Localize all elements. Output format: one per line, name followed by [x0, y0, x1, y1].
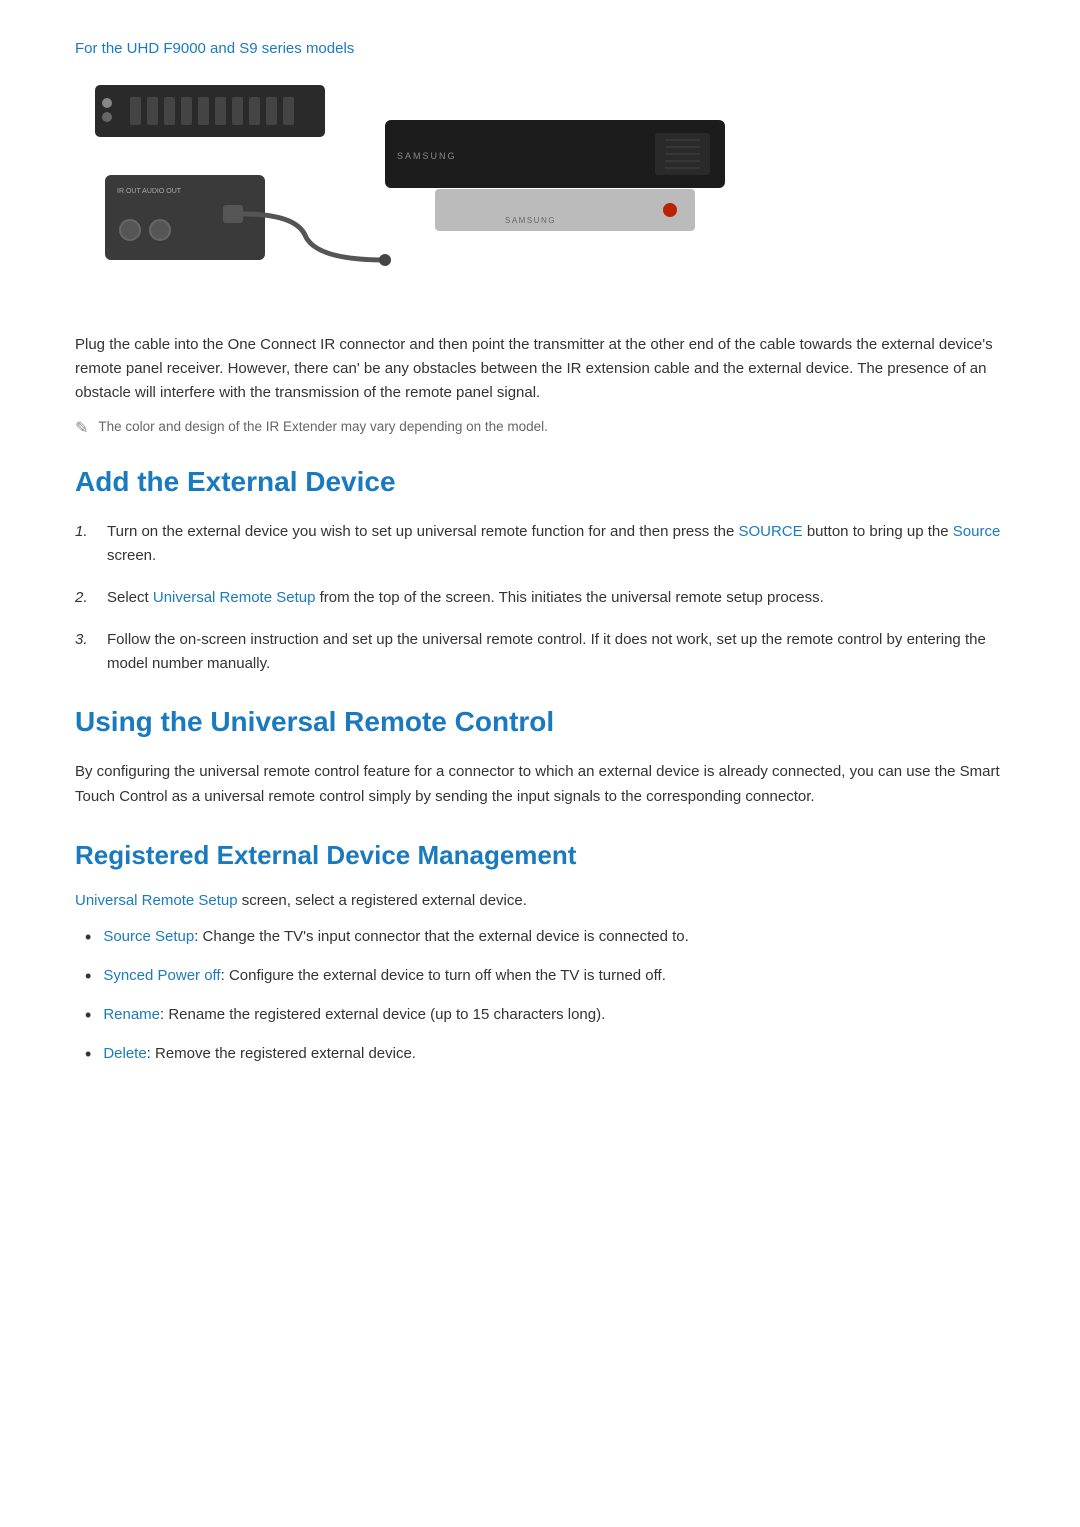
list-item-source-text: Source Setup: Change the TV's input conn… — [103, 925, 688, 950]
illustration-area: IR OUT AUDIO OUT SAMSUNG SAMSUNG — [75, 75, 1005, 309]
step-1-num: 1. — [75, 520, 93, 568]
list-item-synced-power: • Synced Power off: Configure the extern… — [85, 964, 1005, 989]
delete-link: Delete — [103, 1045, 146, 1062]
svg-text:SAMSUNG: SAMSUNG — [397, 151, 457, 161]
list-item-rename: • Rename: Rename the registered external… — [85, 1003, 1005, 1028]
svg-text:SAMSUNG: SAMSUNG — [505, 216, 556, 225]
note-row: ✎ The color and design of the IR Extende… — [75, 417, 1005, 438]
registered-device-intro: Universal Remote Setup screen, select a … — [75, 889, 1005, 913]
add-device-heading: Add the External Device — [75, 466, 1005, 498]
step-2: 2. Select Universal Remote Setup from th… — [75, 586, 1005, 610]
body-text-1: Plug the cable into the One Connect IR c… — [75, 333, 1005, 405]
step-3: 3. Follow the on-screen instruction and … — [75, 628, 1005, 676]
list-item-delete: • Delete: Remove the registered external… — [85, 1042, 1005, 1067]
universal-remote-section: Using the Universal Remote Control By co… — [75, 706, 1005, 810]
list-item-delete-text: Delete: Remove the registered external d… — [103, 1042, 416, 1067]
rename-link: Rename — [103, 1006, 160, 1023]
bullet-3: • — [85, 1003, 91, 1028]
registered-intro-after: screen, select a registered external dev… — [238, 892, 527, 909]
section-label: For the UHD F9000 and S9 series models — [75, 40, 1005, 57]
list-item-rename-text: Rename: Rename the registered external d… — [103, 1003, 605, 1028]
step-3-text: Follow the on-screen instruction and set… — [107, 628, 1005, 676]
universal-remote-body: By configuring the universal remote cont… — [75, 760, 1005, 810]
step-1: 1. Turn on the external device you wish … — [75, 520, 1005, 568]
delete-desc: : Remove the registered external device. — [147, 1045, 416, 1062]
bullet-1: • — [85, 925, 91, 950]
registered-device-section: Registered External Device Management Un… — [75, 840, 1005, 1068]
svg-text:IR OUT AUDIO OUT: IR OUT AUDIO OUT — [117, 188, 182, 195]
universal-remote-setup-link-2: Universal Remote Setup — [75, 892, 238, 909]
add-device-steps: 1. Turn on the external device you wish … — [75, 520, 1005, 676]
synced-power-desc: : Configure the external device to turn … — [221, 967, 666, 984]
rename-desc: : Rename the registered external device … — [160, 1006, 605, 1023]
step-3-num: 3. — [75, 628, 93, 676]
registered-device-list: • Source Setup: Change the TV's input co… — [85, 925, 1005, 1068]
universal-remote-heading: Using the Universal Remote Control — [75, 706, 1005, 738]
list-item-source-setup: • Source Setup: Change the TV's input co… — [85, 925, 1005, 950]
bullet-2: • — [85, 964, 91, 989]
list-item-synced-text: Synced Power off: Configure the external… — [103, 964, 666, 989]
synced-power-link: Synced Power off — [103, 967, 220, 984]
bullet-4: • — [85, 1042, 91, 1067]
step-2-num: 2. — [75, 586, 93, 610]
source-link-2: Source — [953, 523, 1001, 540]
universal-remote-setup-link: Universal Remote Setup — [153, 589, 316, 606]
note-icon: ✎ — [75, 418, 88, 438]
source-setup-link: Source Setup — [103, 928, 194, 945]
source-setup-desc: : Change the TV's input connector that t… — [194, 928, 689, 945]
step-2-text: Select Universal Remote Setup from the t… — [107, 586, 824, 610]
note-text: The color and design of the IR Extender … — [98, 417, 548, 437]
registered-device-heading: Registered External Device Management — [75, 840, 1005, 871]
source-link-1: SOURCE — [738, 523, 802, 540]
step-1-text: Turn on the external device you wish to … — [107, 520, 1005, 568]
